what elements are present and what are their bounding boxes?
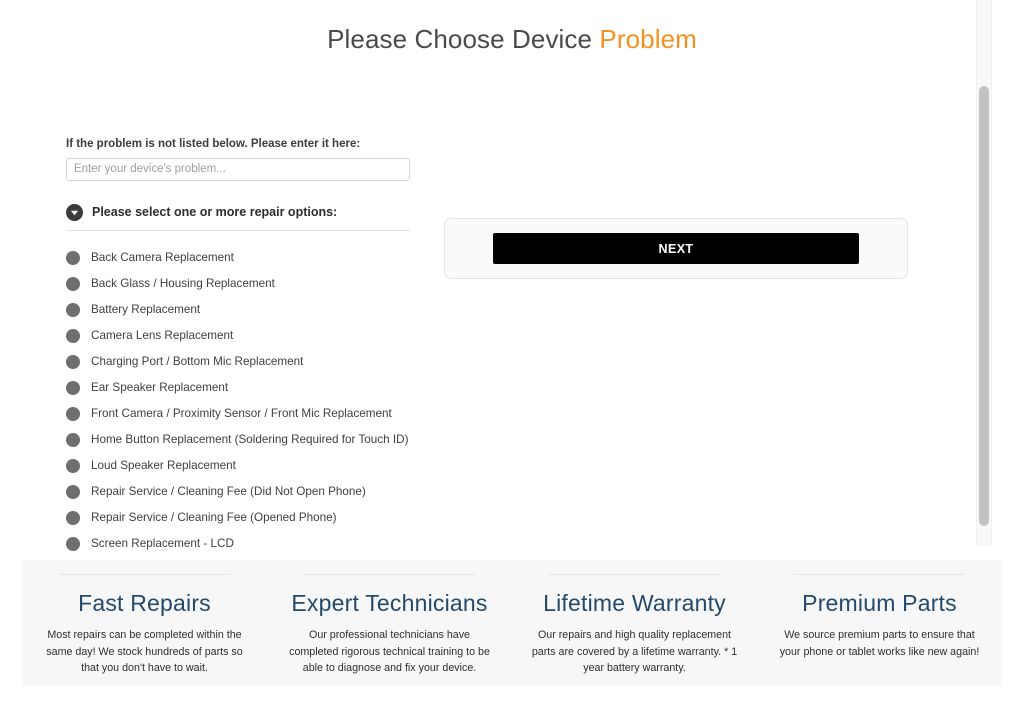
- feature-title: Fast Repairs: [78, 590, 211, 616]
- repair-options-header-label: Please select one or more repair options…: [92, 205, 338, 220]
- feature-title: Lifetime Warranty: [543, 590, 726, 616]
- page-title-prefix: Please Choose Device: [327, 24, 600, 54]
- option-bullet-icon: [66, 250, 80, 265]
- repair-option-label: Repair Service / Cleaning Fee (Opened Ph…: [91, 511, 337, 525]
- repair-option-item[interactable]: Repair Service / Cleaning Fee (Did Not O…: [66, 479, 410, 505]
- repair-option-label: Loud Speaker Replacement: [91, 459, 236, 473]
- repair-option-label: Charging Port / Bottom Mic Replacement: [91, 355, 304, 369]
- page-title-accent: Problem: [599, 24, 697, 54]
- feature-body: Our repairs and high quality replacement…: [531, 629, 738, 675]
- feature-column-fast-repairs: Fast Repairs Most repairs can be complet…: [22, 560, 267, 686]
- option-bullet-icon: [66, 432, 80, 447]
- feature-title: Expert Technicians: [291, 590, 488, 616]
- feature-column-lifetime-warranty: Lifetime Warranty Our repairs and high q…: [512, 560, 757, 686]
- option-bullet-icon: [66, 328, 80, 343]
- repair-option-item[interactable]: Repair Service / Cleaning Fee (Opened Ph…: [66, 505, 410, 531]
- feature-body: Most repairs can be completed within the…: [46, 629, 243, 675]
- next-action-card: NEXT: [444, 218, 908, 279]
- problem-selection-form: If the problem is not listed below. Plea…: [66, 137, 410, 583]
- repair-option-item[interactable]: Screen Replacement - LCD: [66, 531, 410, 557]
- option-bullet-icon: [66, 536, 80, 551]
- repair-option-item[interactable]: Charging Port / Bottom Mic Replacement: [66, 349, 410, 375]
- features-band: Fast Repairs Most repairs can be complet…: [22, 560, 1002, 686]
- feature-divider: [59, 574, 230, 575]
- repair-option-item[interactable]: Loud Speaker Replacement: [66, 453, 410, 479]
- repair-option-item[interactable]: Front Camera / Proximity Sensor / Front …: [66, 401, 410, 427]
- feature-divider: [549, 574, 720, 575]
- feature-body: Our professional technicians have comple…: [289, 629, 490, 675]
- option-bullet-icon: [66, 510, 80, 525]
- repair-option-item[interactable]: Ear Speaker Replacement: [66, 375, 410, 401]
- caret-down-circle-icon: [66, 203, 83, 221]
- repair-option-item[interactable]: Battery Replacement: [66, 297, 410, 323]
- repair-option-label: Camera Lens Replacement: [91, 329, 234, 343]
- option-bullet-icon: [66, 276, 80, 291]
- repair-options-header: Please select one or more repair options…: [66, 203, 410, 231]
- option-bullet-icon: [66, 302, 80, 317]
- problem-input[interactable]: [66, 157, 410, 181]
- repair-option-label: Front Camera / Proximity Sensor / Front …: [91, 407, 392, 421]
- option-bullet-icon: [66, 458, 80, 473]
- repair-option-item[interactable]: Back Glass / Housing Replacement: [66, 271, 410, 297]
- option-bullet-icon: [66, 354, 80, 369]
- option-bullet-icon: [66, 380, 80, 395]
- repair-option-item[interactable]: Back Camera Replacement: [66, 245, 410, 271]
- vertical-scrollbar[interactable]: [976, 0, 992, 546]
- repair-option-item[interactable]: Camera Lens Replacement: [66, 323, 410, 349]
- repair-option-label: Battery Replacement: [91, 303, 201, 317]
- option-bullet-icon: [66, 406, 80, 421]
- problem-input-label: If the problem is not listed below. Plea…: [66, 138, 361, 150]
- repair-option-label: Screen Replacement - LCD: [91, 537, 234, 551]
- feature-column-premium-parts: Premium Parts We source premium parts to…: [757, 560, 1002, 686]
- page-title: Please Choose Device Problem: [0, 0, 1024, 55]
- repair-option-label: Ear Speaker Replacement: [91, 381, 229, 395]
- repair-option-label: Repair Service / Cleaning Fee (Did Not O…: [91, 485, 366, 499]
- feature-column-expert-technicians: Expert Technicians Our professional tech…: [267, 560, 512, 686]
- feature-body: We source premium parts to ensure that y…: [779, 629, 980, 658]
- scrollbar-thumb[interactable]: [979, 86, 989, 526]
- repair-option-label: Back Glass / Housing Replacement: [91, 277, 275, 291]
- repair-options-list: Back Camera Replacement Back Glass / Hou…: [66, 231, 410, 583]
- feature-title: Premium Parts: [802, 590, 957, 616]
- repair-option-label: Home Button Replacement (Soldering Requi…: [91, 433, 409, 447]
- option-bullet-icon: [66, 484, 80, 499]
- next-button[interactable]: NEXT: [493, 233, 859, 264]
- repair-option-label: Back Camera Replacement: [91, 251, 234, 265]
- feature-divider: [304, 574, 475, 575]
- feature-divider: [794, 574, 965, 575]
- repair-option-item[interactable]: Home Button Replacement (Soldering Requi…: [66, 427, 410, 453]
